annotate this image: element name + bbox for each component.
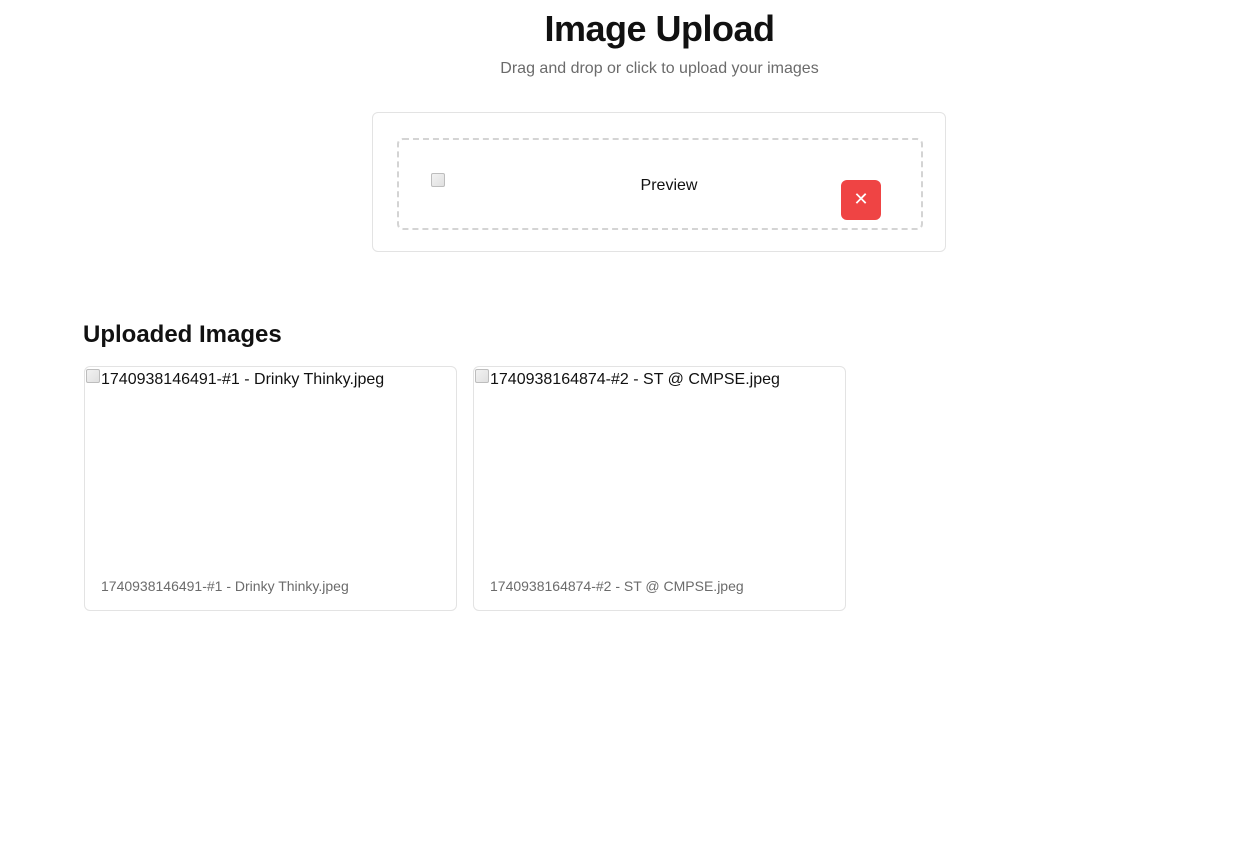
page-subtitle: Drag and drop or click to upload your im… [500,60,819,77]
image-card[interactable]: 1740938164874-#2 - ST @ CMPSE.jpeg 17409… [473,366,846,611]
page-title: Image Upload [544,8,775,49]
image-alt-text: 1740938164874-#2 - ST @ CMPSE.jpeg [490,371,780,388]
broken-image-icon [475,369,489,383]
close-icon: ✕ [853,189,869,210]
preview-image [431,173,451,187]
image-alt-text: 1740938146491-#1 - Drinky Thinky.jpeg [101,371,385,388]
remove-image-button[interactable]: ✕ [841,180,881,220]
broken-image-icon [86,369,100,383]
image-caption: 1740938164874-#2 - ST @ CMPSE.jpeg [490,578,744,594]
uploaded-images-heading: Uploaded Images [83,321,282,348]
preview-alt-text: Preview [640,177,698,194]
upload-card: Preview ✕ [372,112,946,252]
image-caption: 1740938146491-#1 - Drinky Thinky.jpeg [101,578,349,594]
image-thumbnail[interactable]: 1740938164874-#2 - ST @ CMPSE.jpeg [474,367,845,557]
upload-dropzone[interactable]: Preview ✕ [397,138,923,230]
image-thumbnail[interactable]: 1740938146491-#1 - Drinky Thinky.jpeg [85,367,456,557]
broken-image-icon [431,173,445,187]
image-card[interactable]: 1740938146491-#1 - Drinky Thinky.jpeg 17… [84,366,457,611]
